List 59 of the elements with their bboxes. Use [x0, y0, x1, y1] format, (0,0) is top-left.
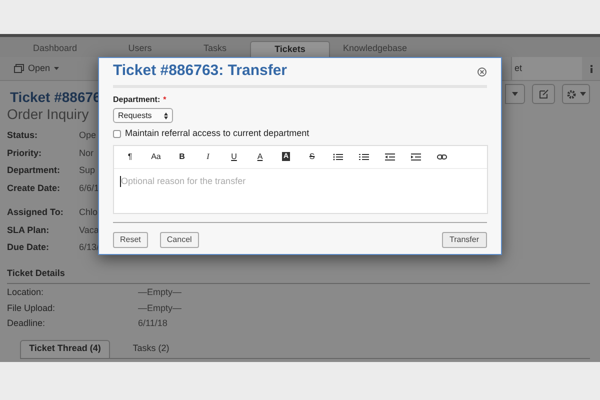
required-mark: *	[163, 94, 166, 106]
caret-icon[interactable]	[580, 92, 586, 96]
transfer-button[interactable]: Transfer	[442, 232, 487, 248]
field-value: Sup	[79, 164, 96, 177]
field-label: SLA Plan:	[7, 224, 50, 236]
field-label: Department:	[113, 94, 160, 106]
settings-button[interactable]	[562, 84, 590, 104]
checkbox[interactable]	[113, 130, 121, 138]
dialog-title: Ticket #886763: Transfer	[113, 61, 288, 82]
field-value: Ope	[79, 129, 98, 142]
format-button[interactable]: Aa	[143, 150, 169, 162]
dialog-button[interactable]: Reset	[113, 232, 148, 248]
close-icon[interactable]	[477, 66, 487, 76]
field-value: 6/13/	[79, 241, 99, 254]
field-value: Nor	[79, 146, 95, 160]
section-title: Ticket Details	[7, 266, 590, 284]
field-label: Due Date:	[7, 241, 50, 254]
field-value: —Empty—	[138, 302, 183, 315]
outdent-icon[interactable]	[385, 152, 395, 160]
department-select[interactable]: Requests	[113, 108, 173, 123]
field-label: File Upload:	[7, 302, 56, 315]
field-label: Assigned To:	[7, 206, 64, 219]
format-button[interactable]: U	[221, 150, 247, 162]
dialog-button[interactable]: Cancel	[160, 232, 199, 248]
field-label: Create Date:	[7, 182, 62, 194]
tab-label[interactable]: et	[511, 57, 582, 80]
field-value: Vaca	[79, 224, 99, 236]
field-value: 6/11/18	[138, 317, 168, 330]
field-value: 6/6/1	[79, 182, 99, 194]
dropdown-toggle[interactable]	[505, 84, 525, 104]
updown-arrows-icon[interactable]	[164, 112, 168, 120]
format-button[interactable]: ¶	[117, 150, 143, 162]
field-label: Status:	[7, 129, 39, 142]
gear-icon[interactable]	[566, 90, 576, 98]
checkbox-label: Maintain referral access to current department	[125, 127, 310, 140]
caret-icon[interactable]	[512, 92, 518, 96]
ticket-subject: Order Inquiry	[7, 105, 89, 124]
folder-icon	[14, 64, 24, 73]
thread-tab[interactable]: Tasks (2)	[110, 340, 192, 358]
field-label: Department:	[7, 164, 62, 177]
edit-button[interactable]	[532, 84, 555, 104]
bulleted-list-icon[interactable]	[333, 152, 343, 160]
nav-tab[interactable]: Tickets	[250, 41, 330, 57]
field-label: Deadline:	[7, 317, 46, 330]
field-label: Location:	[7, 286, 45, 299]
numbered-list-icon[interactable]	[359, 152, 369, 160]
link-icon[interactable]	[437, 152, 447, 160]
format-button[interactable]: S	[299, 150, 325, 162]
format-button[interactable]: I	[195, 150, 221, 162]
open-button[interactable]: Open	[14, 62, 60, 76]
indent-icon[interactable]	[411, 152, 421, 160]
format-button[interactable]: B	[169, 150, 195, 162]
format-button[interactable]: A	[247, 150, 273, 162]
edit-icon[interactable]	[538, 89, 548, 99]
field-label: Priority:	[7, 146, 43, 160]
caret-icon[interactable]	[54, 67, 60, 70]
field-value: —Empty—	[138, 286, 183, 299]
field-value: Chlo	[79, 206, 99, 219]
thread-tab[interactable]: Ticket Thread (4)	[20, 340, 110, 358]
